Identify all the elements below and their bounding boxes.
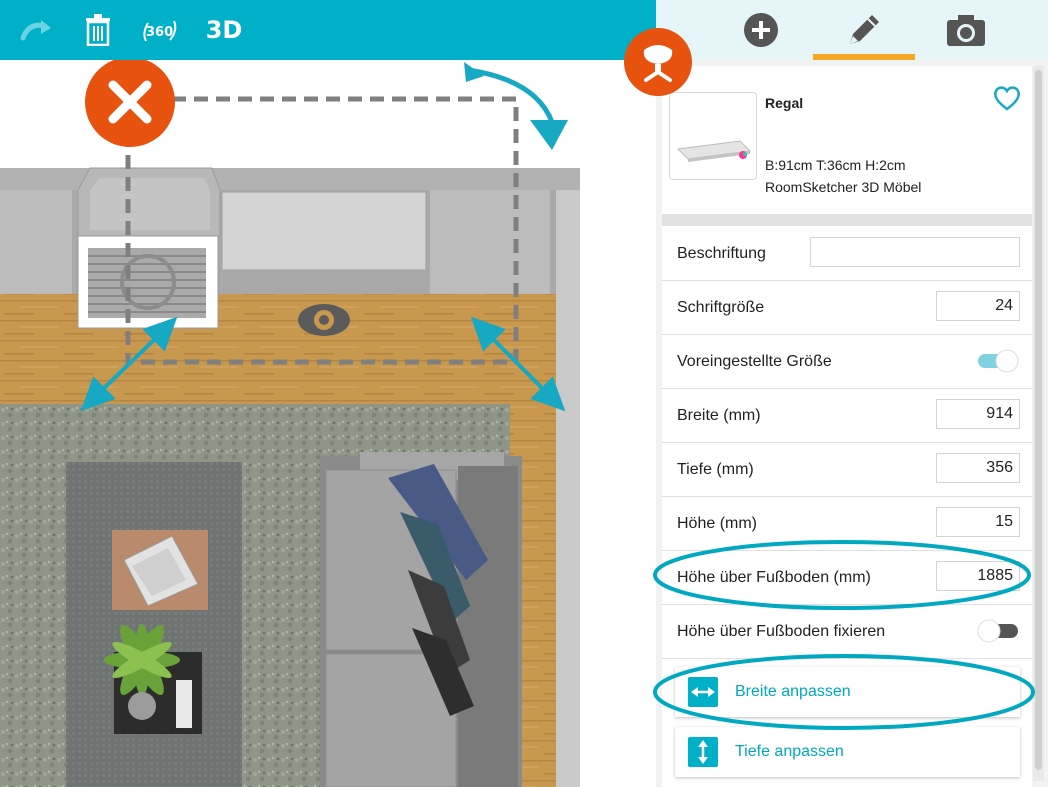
depth-label: Tiefe (mm): [677, 461, 754, 478]
height-label: Höhe (mm): [677, 515, 758, 532]
view-3d-button[interactable]: 3D: [202, 10, 246, 50]
properties-panel: Regal B:91cm T:36cm H:2cm RoomSketcher 3…: [656, 0, 1048, 787]
caption-input[interactable]: [810, 237, 1020, 267]
item-name: Regal: [765, 95, 804, 111]
vertical-arrows-icon: [688, 737, 718, 767]
redo-button[interactable]: [16, 10, 56, 50]
elevation-lock-label: Höhe über Fußboden fixieren: [677, 623, 886, 640]
furniture-badge[interactable]: [624, 28, 692, 96]
elevation-label: Höhe über Fußboden (mm): [677, 569, 871, 586]
trash-icon: [86, 14, 110, 46]
elevation-lock-row: Höhe über Fußboden fixieren: [662, 605, 1032, 659]
svg-text:360: 360: [146, 25, 173, 40]
section-divider: [662, 214, 1032, 226]
delete-button[interactable]: [78, 10, 118, 50]
item-source: RoomSketcher 3D Möbel: [765, 179, 922, 195]
font-size-row: Schriftgröße 24: [662, 281, 1032, 335]
pencil-icon: [850, 15, 879, 44]
fit-width-label: Breite anpassen: [735, 683, 851, 700]
scrollbar-thumb[interactable]: [1035, 70, 1042, 770]
width-label: Breite (mm): [677, 407, 761, 424]
horizontal-arrows-icon: [688, 677, 718, 707]
tab-camera[interactable]: [915, 0, 1017, 60]
360-view-icon: 360: [143, 20, 177, 42]
close-icon: [108, 80, 152, 124]
width-input[interactable]: 914: [936, 399, 1020, 429]
canvas-toolbar: 360 3D: [0, 0, 656, 60]
elevation-row: Höhe über Fußboden (mm) 1885: [662, 551, 1032, 605]
elevation-input[interactable]: 1885: [936, 561, 1020, 591]
font-size-label: Schriftgröße: [677, 299, 765, 316]
view-3d-label: 3D: [205, 16, 243, 44]
add-icon: [744, 13, 778, 47]
eye-icon[interactable]: [298, 304, 350, 336]
item-thumbnail: [669, 92, 757, 180]
tab-edit[interactable]: [813, 0, 915, 60]
properties-list: Regal B:91cm T:36cm H:2cm RoomSketcher 3…: [662, 66, 1032, 787]
width-row: Breite (mm) 914: [662, 389, 1032, 443]
default-size-toggle[interactable]: [976, 349, 1020, 373]
height-input[interactable]: 15: [936, 507, 1020, 537]
depth-input[interactable]: 356: [936, 453, 1020, 483]
chair-icon: [643, 45, 673, 82]
depth-row: Tiefe (mm) 356: [662, 443, 1032, 497]
favorite-button[interactable]: [992, 84, 1022, 112]
shelf-thumbnail-icon: [676, 140, 752, 162]
fit-depth-button[interactable]: Tiefe anpassen: [675, 727, 1020, 777]
active-tab-indicator: [813, 54, 915, 60]
fit-depth-label: Tiefe anpassen: [735, 743, 844, 760]
default-size-label: Voreingestellte Größe: [677, 353, 832, 370]
camera-icon: [947, 15, 985, 46]
height-row: Höhe (mm) 15: [662, 497, 1032, 551]
heart-icon: [994, 86, 1020, 111]
floor-plan-canvas[interactable]: 360 3D: [0, 0, 656, 787]
delete-item-button[interactable]: [85, 57, 175, 147]
redo-icon: [20, 20, 51, 41]
default-size-row: Voreingestellte Größe: [662, 335, 1032, 389]
panel-scrollbar[interactable]: [1033, 66, 1044, 781]
item-dimensions: B:91cm T:36cm H:2cm: [765, 157, 906, 173]
caption-row: Beschriftung: [662, 227, 1032, 281]
view-360-button[interactable]: 360: [140, 10, 180, 50]
caption-label: Beschriftung: [677, 245, 766, 262]
panel-tabs: [656, 0, 1048, 60]
fit-width-button[interactable]: Breite anpassen: [675, 667, 1020, 717]
tab-add[interactable]: [710, 0, 812, 60]
font-size-input[interactable]: 24: [936, 291, 1020, 321]
elevation-lock-toggle[interactable]: [976, 619, 1020, 643]
